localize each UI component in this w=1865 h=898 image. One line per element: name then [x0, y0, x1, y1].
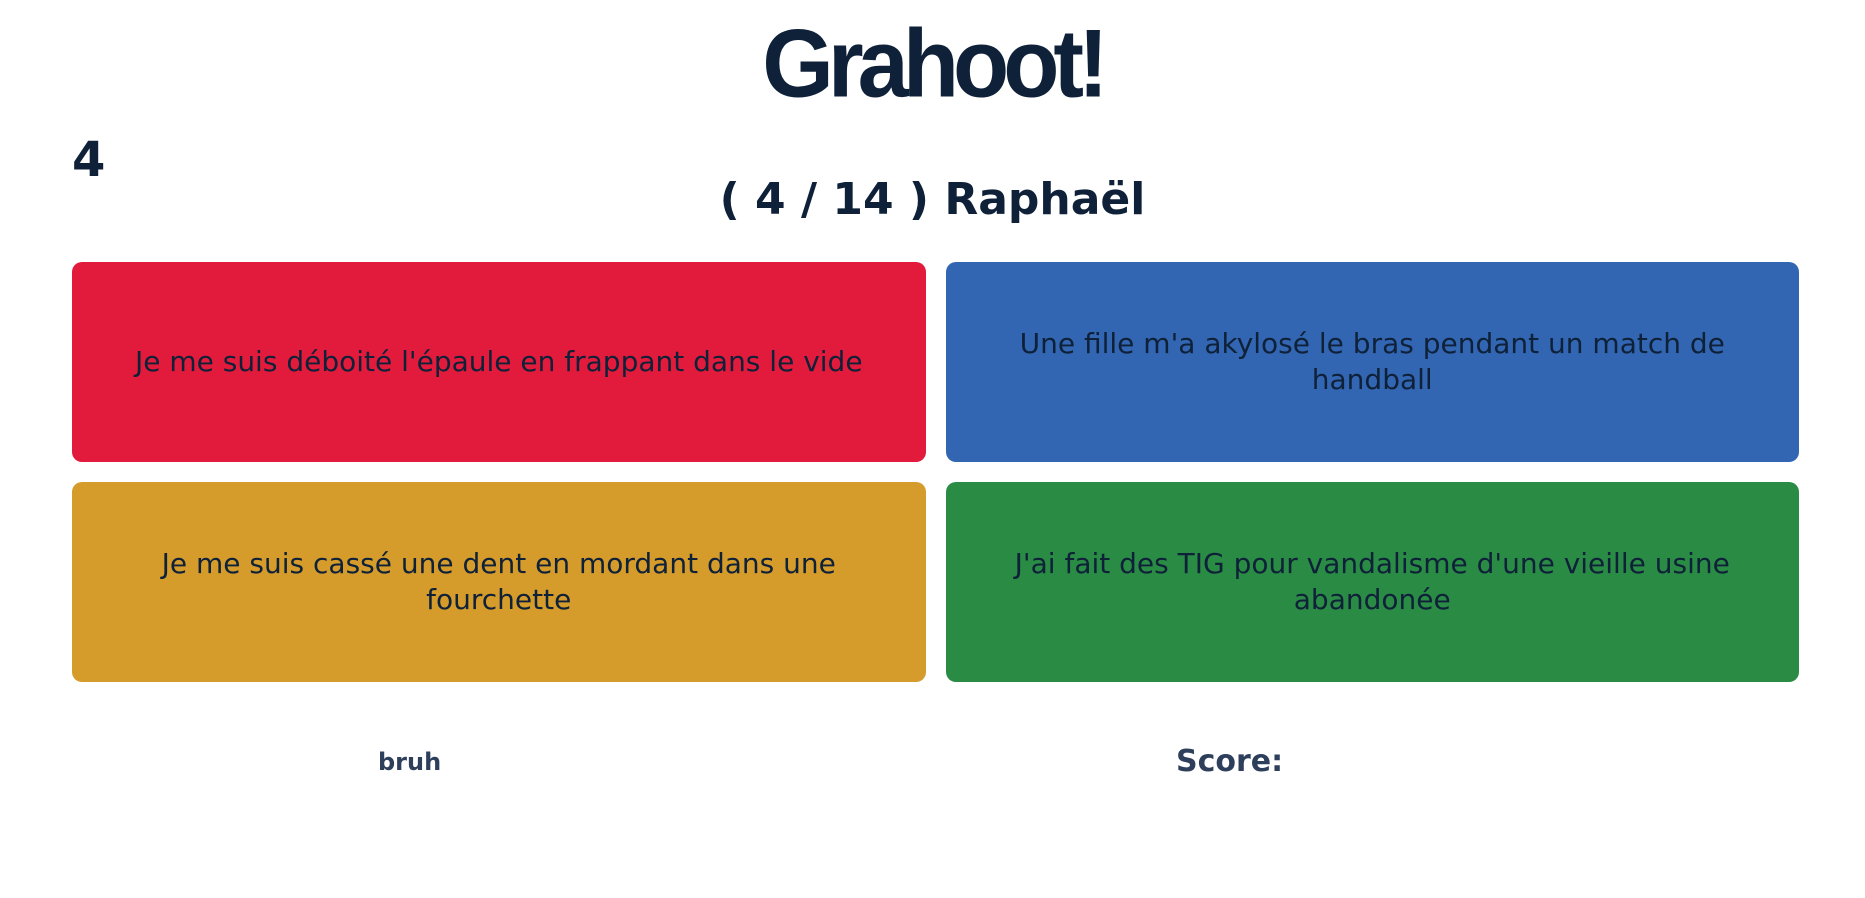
- answer-label: J'ai fait des TIG pour vandalisme d'une …: [1014, 546, 1730, 616]
- score-label: Score:: [1176, 744, 1284, 779]
- answer-label: Je me suis déboité l'épaule en frappant …: [134, 344, 863, 378]
- player-name: bruh: [378, 748, 442, 776]
- question-title: ( 4 / 14 ) Raphaël: [719, 174, 1146, 225]
- answer-button-yellow[interactable]: Je me suis cassé une dent en mordant dan…: [72, 482, 926, 682]
- answer-button-green[interactable]: J'ai fait des TIG pour vandalisme d'une …: [945, 482, 1799, 682]
- answer-grid: Je me suis déboité l'épaule en frappant …: [72, 262, 1799, 682]
- answer-button-blue[interactable]: Une fille m'a akylosé le bras pendant un…: [945, 262, 1799, 462]
- answer-label: Une fille m'a akylosé le bras pendant un…: [1019, 326, 1725, 396]
- app-logo: Grahoot!: [762, 10, 1108, 118]
- answer-button-red[interactable]: Je me suis déboité l'épaule en frappant …: [72, 262, 926, 462]
- answer-label: Je me suis cassé une dent en mordant dan…: [161, 546, 836, 616]
